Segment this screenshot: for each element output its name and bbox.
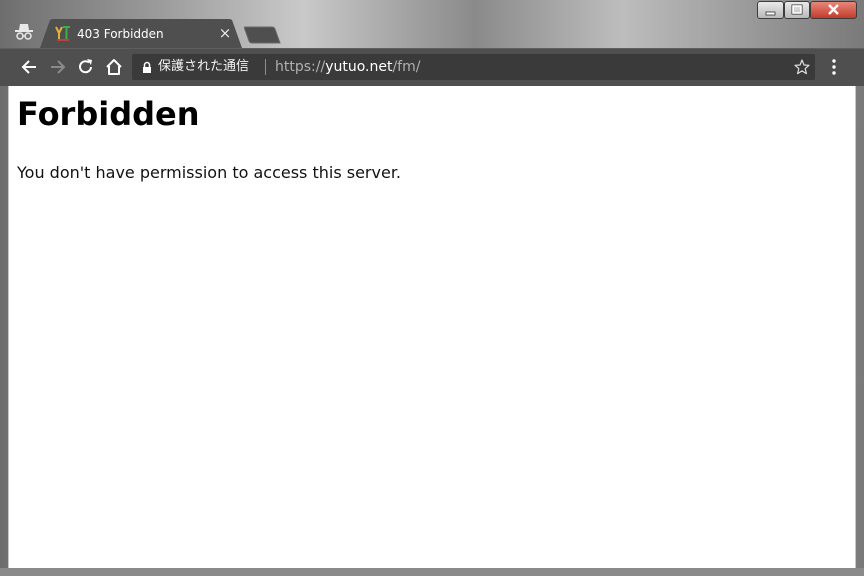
favicon: [55, 25, 71, 41]
window-close-button[interactable]: [810, 1, 857, 19]
reload-button[interactable]: [74, 56, 98, 78]
minimize-icon: [765, 11, 776, 16]
maximize-icon: [791, 4, 803, 15]
connection-secure-label[interactable]: 保護された通信: [158, 58, 249, 76]
omnibox-divider: [265, 59, 266, 75]
tab-active[interactable]: 403 Forbidden ×: [40, 19, 242, 48]
new-tab-button[interactable]: [243, 26, 282, 44]
window-close-icon: [828, 4, 839, 15]
maximize-button[interactable]: [784, 1, 810, 19]
minimize-button[interactable]: [757, 1, 784, 19]
close-icon[interactable]: ×: [216, 24, 234, 42]
url-text[interactable]: https://yutuo.net/fm/: [275, 58, 420, 76]
url-host: yutuo.net: [325, 59, 393, 75]
tab-title: 403 Forbidden: [77, 27, 164, 41]
address-bar[interactable]: 保護された通信 https://yutuo.net/fm/: [132, 54, 815, 80]
home-button[interactable]: [102, 56, 126, 78]
page-title: Forbidden: [17, 95, 200, 133]
forward-arrow-icon: [51, 60, 66, 74]
window-controls: [757, 1, 859, 20]
kebab-menu-icon[interactable]: [826, 57, 842, 77]
page-content: Forbidden You don't have permission to a…: [8, 86, 856, 568]
url-path: /fm/: [392, 59, 421, 75]
reload-icon: [79, 59, 92, 74]
error-message: You don't have permission to access this…: [17, 163, 402, 182]
forward-button[interactable]: [46, 56, 70, 78]
lock-icon[interactable]: [141, 60, 153, 74]
star-icon[interactable]: [793, 58, 811, 76]
back-arrow-icon: [21, 60, 36, 74]
window-bottom-frame: [0, 568, 864, 576]
incognito-icon: [12, 22, 36, 42]
browser-toolbar: 保護された通信 https://yutuo.net/fm/: [0, 48, 864, 86]
title-bar: 403 Forbidden ×: [0, 0, 864, 48]
home-icon: [106, 59, 122, 75]
url-scheme: https://: [275, 59, 326, 75]
back-button[interactable]: [18, 56, 42, 78]
